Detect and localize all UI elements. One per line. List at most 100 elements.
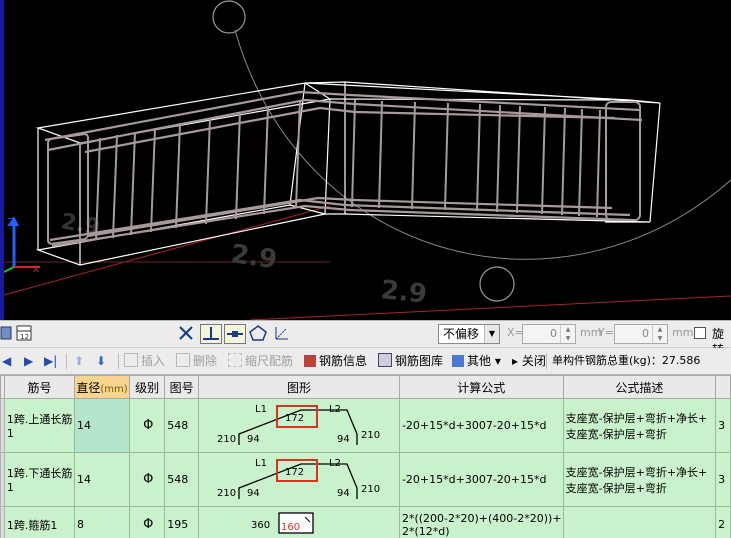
cell-name[interactable]: 1跨.下通长筋1 [3,452,76,507]
x-offset-input[interactable]: 0 ▲ ▼ [522,324,576,344]
grid-icon[interactable] [0,324,14,344]
y-offset-input[interactable]: 0 ▲ ▼ [614,324,668,344]
delete-icon [176,353,190,367]
svg-text:94: 94 [337,434,350,445]
move-up-icon[interactable]: ⬆ [74,353,84,369]
cell-diameter[interactable]: 8 [74,506,131,538]
cell-description[interactable]: 支座宽-保护层+弯折+净长+ 支座宽-保护层+弯折 [562,398,717,453]
col-formula[interactable]: 计算公式 [398,375,564,399]
bent-bar-shape: L1 L2 172 210 94 94 210 [217,404,380,445]
svg-text:172: 172 [285,467,304,478]
scale-bar-icon [228,353,242,367]
cell-grade[interactable]: Φ [129,398,166,453]
insert-icon [124,353,138,367]
svg-text:210: 210 [361,430,380,441]
svg-text:210: 210 [217,488,236,499]
move-down-icon[interactable]: ⬇ [96,353,106,369]
cell-extra: 2 [715,506,731,538]
cell-name[interactable]: 1跨.箍筋1 [3,506,76,538]
snap-perpendicular-icon[interactable] [200,324,222,344]
svg-text:12: 12 [20,333,29,341]
rebar-table: 筋号 直径(mm) 级别 图号 图形 计算公式 公式描述 1跨.上通长筋1 14… [0,375,731,538]
last-icon[interactable]: ▶| [44,353,57,369]
svg-text:L2: L2 [329,458,341,469]
cell-extra: 3 [715,398,731,453]
col-figure-no[interactable]: 图号 [164,375,199,399]
viewport-edge [0,0,4,320]
other-button[interactable]: 其他 ▾ [452,353,501,369]
table-header: 筋号 直径(mm) 级别 图号 图形 计算公式 公式描述 [0,375,731,399]
snap-polygon-icon[interactable] [248,324,270,344]
rotate-checkbox[interactable] [694,327,706,339]
snap-cross-icon[interactable] [176,324,198,344]
cell-figure-no[interactable]: 548 [164,398,199,453]
rebar-toolbar: ◀ ▶ ▶| ⬆ ⬇ 插入 删除 缩尺配筋 钢筋信息 钢筋图库 其他 ▾ ▸ 关… [0,348,731,375]
rebar-3d-drawing: 2.9 2.9 2.9 Z X [0,0,731,320]
table-icon[interactable]: 12 [15,324,35,344]
svg-text:360: 360 [251,520,270,531]
cell-shape[interactable]: 360 160 [197,506,400,538]
stirrup-shape: 360 160 [251,512,314,534]
cell-figure-no[interactable]: 548 [164,452,199,507]
cell-formula[interactable]: -20+15*d+3007-20+15*d [398,398,564,453]
rebar-info-button[interactable]: 钢筋信息 [304,353,367,369]
delete-button[interactable]: 删除 [176,353,217,369]
ref-circle-top [212,0,246,34]
snap-toolbar: 12 不偏移▼ X= 0▲▼ mm Y= 0▲▼ mm 旋转 [0,320,731,357]
svg-text:94: 94 [337,488,350,499]
next-icon[interactable]: ▶ [24,353,33,369]
cell-diameter[interactable]: 14 [74,452,131,507]
rebar-library-icon [378,353,392,367]
prev-icon[interactable]: ◀ [2,353,11,369]
offset-mode-select[interactable]: 不偏移 ▼ [438,324,500,344]
col-shape[interactable]: 图形 [197,375,400,399]
svg-text:160: 160 [281,522,300,533]
svg-text:X: X [33,265,39,275]
col-diameter[interactable]: 直径(mm) [74,375,131,399]
scale-bar-button[interactable]: 缩尺配筋 [228,353,293,369]
svg-text:L2: L2 [329,404,341,415]
svg-text:94: 94 [247,434,260,445]
svg-text:L1: L1 [255,458,267,469]
col-name[interactable]: 筋号 [3,375,76,399]
cell-shape[interactable]: L1 L2 172 210 94 94 210 [197,398,400,453]
cell-grade[interactable]: Φ [129,506,166,538]
axis-gizmo: Z X [3,216,40,275]
cell-shape[interactable]: L1 L2 172 210 94 94 210 [197,452,400,507]
cell-description[interactable]: 支座宽-保护层+弯折+净长+ 支座宽-保护层+弯折 [562,452,717,507]
close-button[interactable]: ▸ 关闭 [512,353,546,369]
svg-text:L1: L1 [255,404,267,415]
cell-grade[interactable]: Φ [129,452,166,507]
svg-text:172: 172 [285,413,304,424]
cell-formula[interactable]: 2*((200-2*20)+(400-2*20))+ 2*(12*d) [398,506,564,538]
svg-text:210: 210 [217,434,236,445]
cell-name[interactable]: 1跨.上通长筋1 [3,398,76,453]
3d-viewport[interactable]: 2.9 2.9 2.9 Z X [0,0,731,320]
cell-formula[interactable]: -20+15*d+3007-20+15*d [398,452,564,507]
svg-text:94: 94 [247,488,260,499]
cell-extra: 3 [715,452,731,507]
table-row[interactable]: 1跨.上通长筋1 14 Φ 548 L1 L2 172 210 94 94 21… [0,398,731,453]
table-row[interactable]: 1跨.下通长筋1 14 Φ 548 L1 L2 172 210 94 94 21… [0,452,731,507]
rebar-info-icon [304,355,316,367]
snap-midpoint-icon[interactable] [224,324,246,344]
col-grade[interactable]: 级别 [129,375,166,399]
svg-text:Z: Z [7,216,15,229]
col-description[interactable]: 公式描述 [562,375,717,399]
cell-figure-no[interactable]: 195 [164,506,199,538]
snap-axis-icon[interactable] [272,324,294,344]
ref-circle-bottom [479,266,515,302]
cell-description[interactable] [562,506,717,538]
svg-text:210: 210 [361,484,380,495]
total-weight: 单构件钢筋总重(kg)：27.586 [552,354,701,367]
table-row[interactable]: 1跨.箍筋1 8 Φ 195 360 160 2*((200-2*20)+(40… [0,506,731,538]
cell-diameter[interactable]: 14 [74,398,131,453]
bent-bar-shape: L1 L2 172 210 94 94 210 [217,458,380,499]
y-unit: mm [672,326,694,339]
ground-text: 2.9 [379,275,428,310]
guide-line [0,205,331,297]
other-icon [452,355,464,367]
insert-button[interactable]: 插入 [124,353,165,369]
ground-text: 2.9 [229,239,279,275]
rebar-library-button[interactable]: 钢筋图库 [378,353,443,369]
